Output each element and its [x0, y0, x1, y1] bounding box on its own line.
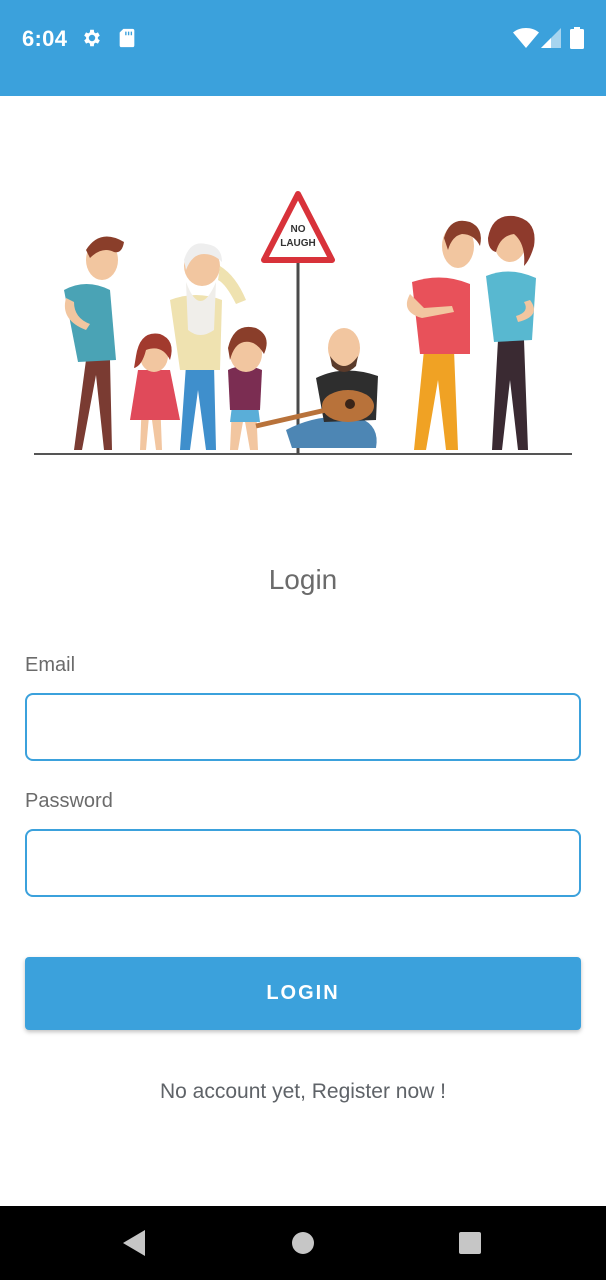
sign-text-line1: NO — [291, 224, 306, 235]
recents-button[interactable] — [430, 1206, 510, 1280]
person-woman — [486, 215, 536, 450]
back-icon — [123, 1230, 145, 1256]
person-man-teal — [64, 236, 124, 450]
battery-icon — [570, 27, 584, 49]
cell-signal-icon — [541, 28, 561, 48]
person-boy — [228, 326, 267, 450]
person-guitarist — [255, 328, 378, 448]
status-bar: 6:04 — [0, 0, 606, 96]
home-icon — [292, 1232, 314, 1254]
email-label: Email — [25, 654, 76, 676]
home-button[interactable] — [263, 1206, 343, 1280]
navigation-bar — [0, 1206, 606, 1280]
wifi-icon — [513, 28, 539, 48]
password-field[interactable] — [25, 829, 581, 897]
sign-text-line2: LAUGH — [280, 238, 316, 249]
password-label: Password — [25, 790, 113, 812]
person-man-red — [406, 220, 481, 450]
login-title: Login — [268, 564, 338, 595]
gear-icon — [84, 29, 100, 47]
sd-card-icon — [119, 28, 135, 48]
recents-icon — [459, 1232, 481, 1254]
status-time: 6:04 — [22, 26, 68, 51]
hero-illustration: NO LAUGH — [34, 191, 572, 455]
back-button[interactable] — [94, 1206, 174, 1280]
email-field[interactable] — [25, 693, 581, 761]
register-link[interactable]: No account yet, Register now ! — [0, 1080, 606, 1104]
login-button[interactable]: LOGIN — [25, 957, 581, 1030]
person-girl — [130, 333, 180, 450]
